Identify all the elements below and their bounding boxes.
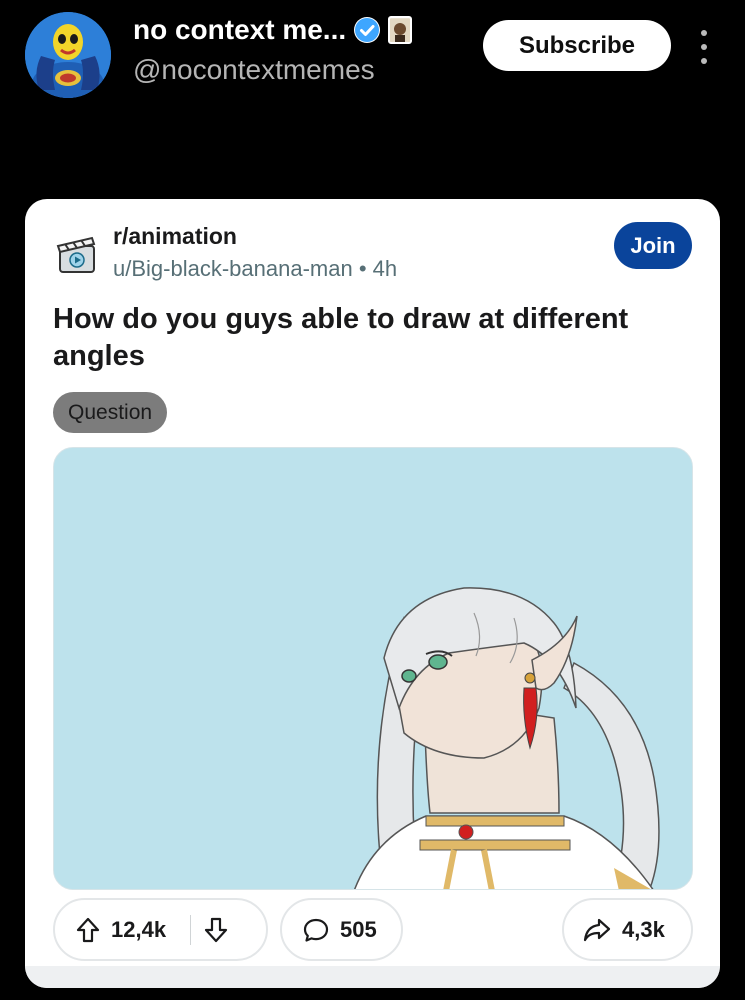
comments-button[interactable]: 505 — [280, 898, 403, 961]
card-footer — [25, 966, 720, 988]
more-options-icon[interactable] — [698, 30, 710, 64]
join-button[interactable]: Join — [614, 222, 692, 269]
channel-name[interactable]: no context me... — [133, 14, 346, 46]
comment-icon — [302, 916, 330, 944]
post-flair[interactable]: Question — [53, 392, 168, 433]
verified-icon — [354, 17, 381, 43]
upvote-count: 12,4k — [111, 916, 167, 942]
comment-count: 505 — [340, 916, 377, 942]
share-icon — [582, 916, 612, 944]
post-age: 4h — [372, 256, 398, 281]
post-card: r/animation u/Big-black-banana-man • 4h … — [25, 199, 720, 988]
member-badge-icon — [388, 16, 413, 44]
post-meta: u/Big-black-banana-man • 4h — [113, 256, 397, 282]
anime-character-illustration — [54, 448, 692, 889]
subreddit-icon[interactable] — [55, 232, 99, 276]
downvote-icon[interactable] — [203, 916, 229, 944]
channel-handle: @nocontextmemes — [133, 54, 375, 85]
vote-control: 12,4k — [53, 898, 268, 961]
channel-avatar[interactable] — [25, 12, 111, 98]
post-title[interactable]: How do you guys able to draw at differen… — [53, 301, 693, 375]
subreddit-name[interactable]: r/animation — [113, 223, 237, 250]
meta-separator: • — [358, 256, 367, 281]
avatar-image — [25, 12, 111, 98]
subscribe-button[interactable]: Subscribe — [483, 20, 671, 71]
share-count: 4,3k — [622, 916, 665, 942]
share-button[interactable]: 4,3k — [562, 898, 693, 961]
channel-name-row[interactable]: no context me... — [133, 14, 413, 46]
vote-divider — [190, 914, 192, 945]
upvote-icon[interactable] — [75, 916, 101, 944]
post-image[interactable] — [53, 447, 693, 890]
post-author[interactable]: u/Big-black-banana-man — [113, 256, 353, 281]
